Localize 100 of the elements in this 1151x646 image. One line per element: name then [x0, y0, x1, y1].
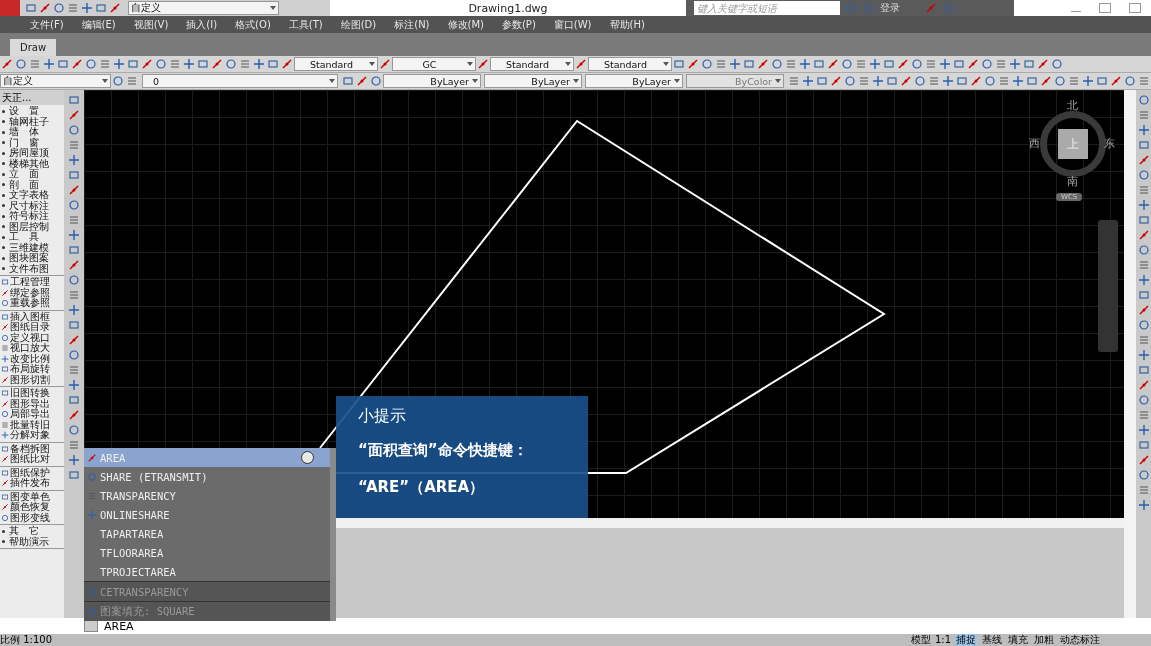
- palette-item[interactable]: 局部导出: [0, 409, 64, 420]
- palette-item[interactable]: 房间屋顶: [0, 148, 64, 159]
- compass-label[interactable]: 南: [1067, 176, 1078, 188]
- palette-item[interactable]: 分解对象: [0, 430, 64, 441]
- toolbar-icon[interactable]: [1137, 169, 1150, 181]
- palette-item[interactable]: 改变比例: [0, 353, 64, 364]
- toolbar-icon[interactable]: [1009, 58, 1021, 70]
- toolbar-icon[interactable]: [68, 319, 80, 331]
- toolbar-icon[interactable]: [1137, 214, 1150, 226]
- palette-item[interactable]: 门 窗: [0, 137, 64, 148]
- toolbar-icon[interactable]: [68, 139, 80, 151]
- toolbar-icon[interactable]: [68, 109, 80, 121]
- palette-item[interactable]: 轴网柱子: [0, 116, 64, 127]
- palette-item[interactable]: 旧图转换: [0, 388, 64, 399]
- palette-icon[interactable]: [1, 503, 9, 512]
- palette-item[interactable]: 布局旋转: [0, 364, 64, 375]
- toolbar-icon[interactable]: [687, 58, 699, 70]
- toolbar-icon[interactable]: [1137, 379, 1150, 391]
- toolbar-icon[interactable]: [68, 439, 80, 451]
- toolbar-icon[interactable]: [925, 58, 937, 70]
- palette-item[interactable]: 图纸保护: [0, 467, 64, 478]
- palette-item[interactable]: 视口放大: [0, 343, 64, 354]
- toolbar-icon[interactable]: [1137, 499, 1150, 511]
- toolbar-icon[interactable]: [68, 169, 80, 181]
- toolbar-icon[interactable]: [68, 304, 80, 316]
- toolbar-icon[interactable]: [967, 58, 979, 70]
- workspace-dropdown[interactable]: 自定义: [128, 1, 279, 15]
- toolbar-icon[interactable]: [39, 2, 51, 14]
- palette-item[interactable]: 其 它: [0, 526, 64, 537]
- menu-item[interactable]: 工具(T): [288, 17, 323, 32]
- toolbar-icon[interactable]: [1137, 349, 1150, 361]
- toolbar-icon[interactable]: [1138, 75, 1150, 87]
- palette-item[interactable]: 楼梯其他: [0, 158, 64, 169]
- toolbar-icon[interactable]: [95, 2, 107, 14]
- toolbar-icon[interactable]: [1137, 439, 1150, 451]
- toolbar-icon[interactable]: [1137, 94, 1150, 106]
- autocomplete-item[interactable]: ONLINESHARE: [84, 505, 330, 524]
- menu-item[interactable]: 修改(M): [447, 17, 484, 32]
- palette-icon[interactable]: [1, 455, 9, 464]
- toolbar-icon[interactable]: [1040, 75, 1052, 87]
- toolbar-icon[interactable]: [1137, 319, 1150, 331]
- toolbar-icon[interactable]: [68, 229, 80, 241]
- close-button[interactable]: [1129, 3, 1141, 13]
- toolbar-icon[interactable]: [29, 58, 41, 70]
- palette-item[interactable]: 图形导出: [0, 398, 64, 409]
- toolbar-icon[interactable]: [1137, 454, 1150, 466]
- command-icon[interactable]: [87, 452, 97, 463]
- style-dropdown[interactable]: Standard: [294, 57, 378, 71]
- toolbar-icon[interactable]: [68, 244, 80, 256]
- toolbar-icon[interactable]: [99, 58, 111, 70]
- toolbar-icon[interactable]: [68, 394, 80, 406]
- toolbar-icon[interactable]: [1137, 124, 1150, 136]
- palette-item[interactable]: 批量转旧: [0, 419, 64, 430]
- status-toggle[interactable]: 填充: [1007, 634, 1029, 646]
- toolbar-icon[interactable]: [43, 58, 55, 70]
- toolbar-icon[interactable]: [900, 75, 912, 87]
- status-toggle[interactable]: 动态标注: [1059, 634, 1101, 646]
- toolbar-icon[interactable]: [1026, 75, 1038, 87]
- toolbar-icon[interactable]: [239, 58, 251, 70]
- toolbar-icon[interactable]: [858, 75, 870, 87]
- palette-item[interactable]: 文字表格: [0, 190, 64, 201]
- toolbar-icon[interactable]: [939, 58, 951, 70]
- search-field[interactable]: 键入关键字或短语: [694, 1, 840, 15]
- toolbar-icon[interactable]: [1110, 75, 1122, 87]
- toolbar-icon[interactable]: [802, 75, 814, 87]
- palette-item[interactable]: 图块图案: [0, 253, 64, 264]
- compass-label[interactable]: 西: [1029, 138, 1040, 150]
- toolbar-icon[interactable]: [113, 58, 125, 70]
- model-button[interactable]: 模型: [910, 634, 931, 646]
- file-tab[interactable]: Draw: [10, 39, 57, 56]
- toolbar-icon[interactable]: [141, 58, 153, 70]
- autocomplete-item[interactable]: SHARE (ETRANSMIT): [84, 467, 330, 486]
- toolbar-icon[interactable]: [267, 58, 279, 70]
- toolbar-icon[interactable]: [183, 58, 195, 70]
- toolbar-icon[interactable]: [225, 58, 237, 70]
- toolbar-icon[interactable]: [68, 259, 80, 271]
- toolbar-icon[interactable]: [928, 75, 940, 87]
- toolbar-icon[interactable]: [998, 75, 1010, 87]
- toolbar-icon[interactable]: [757, 58, 769, 70]
- toolbar-icon[interactable]: [127, 58, 139, 70]
- toolbar-icon[interactable]: [68, 379, 80, 391]
- palette-icon[interactable]: [1, 333, 9, 342]
- toolbar-icon[interactable]: [253, 58, 265, 70]
- palette-item[interactable]: 插件发布: [0, 478, 64, 489]
- toolbar-icon[interactable]: [68, 454, 80, 466]
- autocomplete-item[interactable]: TPROJECTAREA: [84, 562, 330, 581]
- menu-item[interactable]: 参数(P): [501, 17, 536, 32]
- palette-item[interactable]: 插入图框: [0, 311, 64, 322]
- palette-item[interactable]: 备档拆图: [0, 443, 64, 454]
- toolbar-icon[interactable]: [68, 469, 80, 481]
- toolbar-icon[interactable]: [911, 58, 923, 70]
- toolbar-icon[interactable]: [1137, 304, 1150, 316]
- toolbar-icon[interactable]: [1124, 75, 1136, 87]
- style-dropdown[interactable]: GC: [392, 57, 476, 71]
- menu-item[interactable]: 文件(F): [30, 17, 64, 32]
- toolbar-icon[interactable]: [155, 58, 167, 70]
- menu-item[interactable]: 绘图(D): [340, 17, 377, 32]
- toolbar-icon[interactable]: [1137, 154, 1150, 166]
- toolbar-icon[interactable]: [1054, 75, 1066, 87]
- style-icon[interactable]: [477, 58, 489, 70]
